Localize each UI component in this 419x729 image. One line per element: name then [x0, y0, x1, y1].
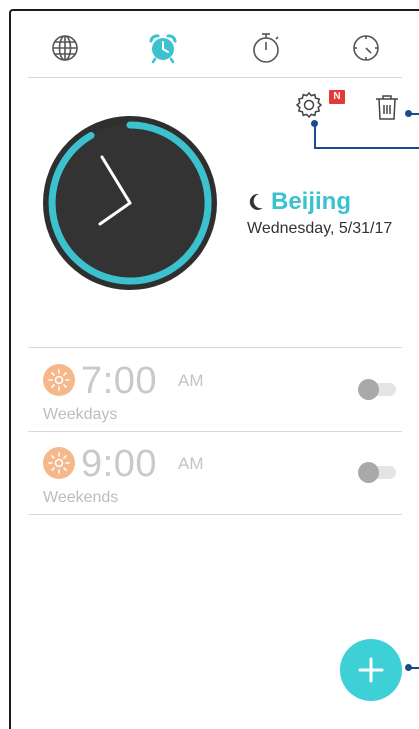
tab-stopwatch[interactable]: [246, 28, 286, 68]
tab-divider: [28, 77, 402, 78]
alarm-label: Weekdays: [43, 406, 118, 423]
trash-icon: [376, 95, 398, 120]
toggle-thumb: [358, 462, 379, 483]
callout-line-settings-v: [314, 124, 316, 148]
globe-icon: [52, 35, 78, 61]
divider-top: [28, 347, 402, 348]
alarm-item-1[interactable]: 7:00 AM Weekdays: [28, 349, 402, 433]
alarm-ampm: AM: [178, 454, 204, 473]
tab-world-clock[interactable]: [45, 28, 85, 68]
alarm-item-2[interactable]: 9:00 AM Weekends: [28, 432, 402, 516]
add-alarm-button[interactable]: [340, 639, 402, 701]
sun-icon: [43, 364, 75, 396]
moon-icon: [249, 193, 263, 210]
callout-line-delete: [409, 113, 419, 115]
new-badge: N: [329, 90, 345, 104]
alarm-time: 9:00: [81, 443, 157, 485]
tab-bar: [28, 28, 402, 66]
alarm-toggle[interactable]: [358, 377, 398, 401]
gear-icon: [295, 91, 323, 119]
city-name: Beijing: [271, 188, 352, 215]
toggle-thumb: [358, 379, 379, 400]
alarm-label: Weekends: [43, 489, 119, 506]
date-text: Wednesday, 5/31/17: [247, 220, 393, 237]
callout-line-settings-h: [314, 147, 419, 149]
analog-clock: [43, 116, 217, 290]
delete-button[interactable]: [373, 92, 401, 122]
callout-line-add: [409, 667, 419, 669]
alarm-time: 7:00: [81, 360, 157, 402]
sun-icon: [43, 447, 75, 479]
stopwatch-icon: [253, 33, 279, 63]
alarm-toggle[interactable]: [358, 460, 398, 484]
plus-icon: [358, 657, 384, 683]
alarm-clock-icon: [149, 34, 177, 64]
tab-timer[interactable]: [346, 28, 386, 68]
tab-alarm[interactable]: [143, 28, 183, 68]
city-row: Beijing: [248, 188, 351, 216]
timer-icon: [353, 35, 379, 61]
alarm-ampm: AM: [178, 371, 204, 390]
settings-button[interactable]: [294, 90, 324, 120]
